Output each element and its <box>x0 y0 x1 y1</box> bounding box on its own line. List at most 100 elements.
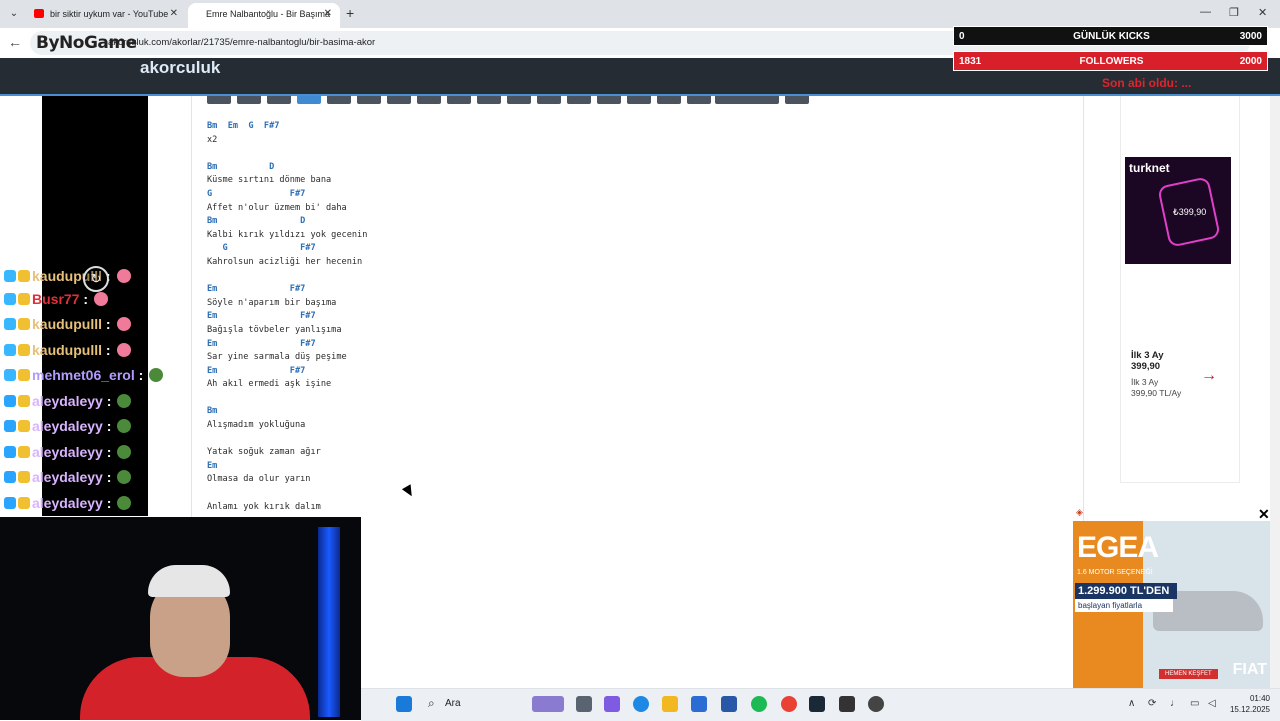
tone-button[interactable] <box>567 96 591 104</box>
chord-line[interactable]: G F#7 <box>207 188 367 202</box>
tone-button-wide[interactable] <box>715 96 779 104</box>
tone-button[interactable] <box>387 96 411 104</box>
chat-separator: : <box>102 469 112 485</box>
back-arrow-icon[interactable]: ← <box>8 34 22 50</box>
site-logo[interactable]: akorculuk <box>140 58 220 78</box>
lyric-line: Alışmadım yokluğuna <box>207 420 306 431</box>
chat-message: Busr77 : <box>4 291 109 311</box>
lyric-line: Küsme sırtını dönme bana <box>207 175 332 186</box>
tone-button[interactable] <box>267 96 291 104</box>
chat-username[interactable]: aleydaleyy <box>32 469 103 485</box>
ad-title[interactable]: İlk 3 Ay 399,90 <box>1131 350 1164 372</box>
chat-username[interactable]: mehmet06_erol <box>32 367 135 383</box>
ad-brand-logo: FIAT <box>1232 661 1267 678</box>
chord-line[interactable]: Bm D <box>207 161 367 175</box>
chord-line[interactable]: G F#7 <box>207 242 367 256</box>
tone-button[interactable] <box>357 96 381 104</box>
tone-button[interactable] <box>477 96 501 104</box>
lyric-line: Ah akıl ermedi aşk işine <box>207 379 332 390</box>
tone-button[interactable] <box>447 96 471 104</box>
chrome-icon[interactable] <box>781 696 797 712</box>
chat-username[interactable]: kaudupulll <box>32 316 102 332</box>
store-icon[interactable] <box>691 696 707 712</box>
chord-line[interactable]: Em F#7 <box>207 338 367 352</box>
tone-button[interactable] <box>537 96 561 104</box>
tone-button[interactable] <box>507 96 531 104</box>
edge-icon[interactable] <box>633 696 649 712</box>
file-explorer-icon[interactable] <box>662 696 678 712</box>
tone-button[interactable] <box>687 96 711 104</box>
ad-info-icon[interactable]: ◈ <box>1076 507 1083 518</box>
emote-icon <box>117 496 132 510</box>
badge-icon <box>4 420 16 432</box>
sidebar-ad[interactable] <box>1120 96 1240 483</box>
windows-start-icon[interactable] <box>396 696 412 712</box>
tone-button[interactable] <box>785 96 809 104</box>
chord-line[interactable]: Bm D <box>207 215 367 229</box>
chat-username[interactable]: aleydaleyy <box>32 444 103 460</box>
tab-search-menu[interactable]: ⌄ <box>4 4 24 24</box>
tone-button[interactable] <box>597 96 621 104</box>
network-icon[interactable]: ▭ <box>1190 698 1199 709</box>
tone-button[interactable] <box>657 96 681 104</box>
copilot-icon[interactable] <box>604 696 620 712</box>
tab-akorculuk[interactable]: Emre Nalbantoğlu - Bir Başıma ✕ <box>188 3 340 28</box>
chat-username[interactable]: kaudupulll <box>32 342 102 358</box>
url-text[interactable]: akorculuk.com/akorlar/21735/emre-nalbant… <box>108 37 375 48</box>
steam-icon[interactable] <box>809 696 825 712</box>
tone-button[interactable] <box>327 96 351 104</box>
task-view-icon[interactable] <box>576 696 592 712</box>
microphone-icon[interactable]: ♩ <box>1170 698 1180 709</box>
crown-icon <box>18 318 30 330</box>
tone-button[interactable] <box>207 96 231 104</box>
widget-icon[interactable] <box>532 696 564 712</box>
chat-username[interactable]: Busr77 <box>32 291 79 307</box>
arrow-right-icon[interactable]: → <box>1201 367 1217 385</box>
chord-line[interactable]: Em F#7 <box>207 283 367 297</box>
close-window-icon[interactable]: ✕ <box>1258 6 1267 19</box>
tone-selector <box>207 96 827 104</box>
new-tab-icon[interactable]: + <box>346 5 354 21</box>
chevron-up-icon[interactable]: ∧ <box>1128 698 1135 709</box>
chat-separator: : <box>79 291 89 307</box>
ad-price: ₺399,90 <box>1173 207 1207 217</box>
ad-model: EGEA <box>1077 531 1159 564</box>
chat-message: kaudupulll : <box>4 316 131 336</box>
chord-line[interactable]: Bm Em G F#7 <box>207 120 367 134</box>
replay-icon[interactable]: ↻ <box>83 266 109 292</box>
kicks-counter: 0 GÜNLÜK KICKS 3000 <box>953 26 1268 46</box>
volume-icon[interactable]: ◁ <box>1208 698 1216 709</box>
tab-youtube[interactable]: bir siktir uykum var - YouTube ✕ <box>24 3 186 28</box>
chord-line[interactable]: Bm <box>207 405 367 419</box>
obs-icon[interactable] <box>868 696 884 712</box>
chord-line[interactable]: Em F#7 <box>207 310 367 324</box>
tone-button-active[interactable] <box>297 96 321 104</box>
tone-button[interactable] <box>417 96 441 104</box>
spotify-icon[interactable] <box>751 696 767 712</box>
car-ad[interactable]: EGEA 1.6 MOTOR SEÇENEĞİ 1.299.900 TL'DEN… <box>1073 521 1273 688</box>
page-scrollbar[interactable] <box>1270 96 1280 688</box>
taskbar-clock[interactable]: 01:40 15.12.2025 <box>1224 693 1270 715</box>
minimize-icon[interactable]: — <box>1200 6 1211 18</box>
emote-icon <box>116 343 131 357</box>
taskbar-search[interactable]: Ara <box>445 698 461 709</box>
mail-icon[interactable] <box>721 696 737 712</box>
chat-username[interactable]: aleydaleyy <box>32 418 103 434</box>
close-tab-icon[interactable]: ✕ <box>170 3 178 25</box>
chord-line[interactable]: Em F#7 <box>207 365 367 379</box>
tone-button[interactable] <box>237 96 261 104</box>
ad-brand: turknet <box>1129 161 1170 175</box>
search-icon[interactable]: ⌕ <box>428 696 435 711</box>
turknet-ad-image[interactable]: turknet ₺399,90 <box>1125 157 1231 264</box>
ad-cta-button[interactable]: HEMEN KEŞFET <box>1159 669 1218 679</box>
close-tab-icon[interactable]: ✕ <box>324 3 332 25</box>
epic-games-icon[interactable] <box>839 696 855 712</box>
tone-button[interactable] <box>627 96 651 104</box>
sync-icon[interactable]: ⟳ <box>1148 698 1156 709</box>
restore-icon[interactable]: ❐ <box>1229 6 1239 19</box>
emote-icon <box>116 269 131 283</box>
chord-line[interactable]: Em <box>207 460 367 474</box>
badge-icon <box>4 497 16 509</box>
chat-username[interactable]: aleydaleyy <box>32 393 103 409</box>
chat-username[interactable]: aleydaleyy <box>32 495 103 511</box>
